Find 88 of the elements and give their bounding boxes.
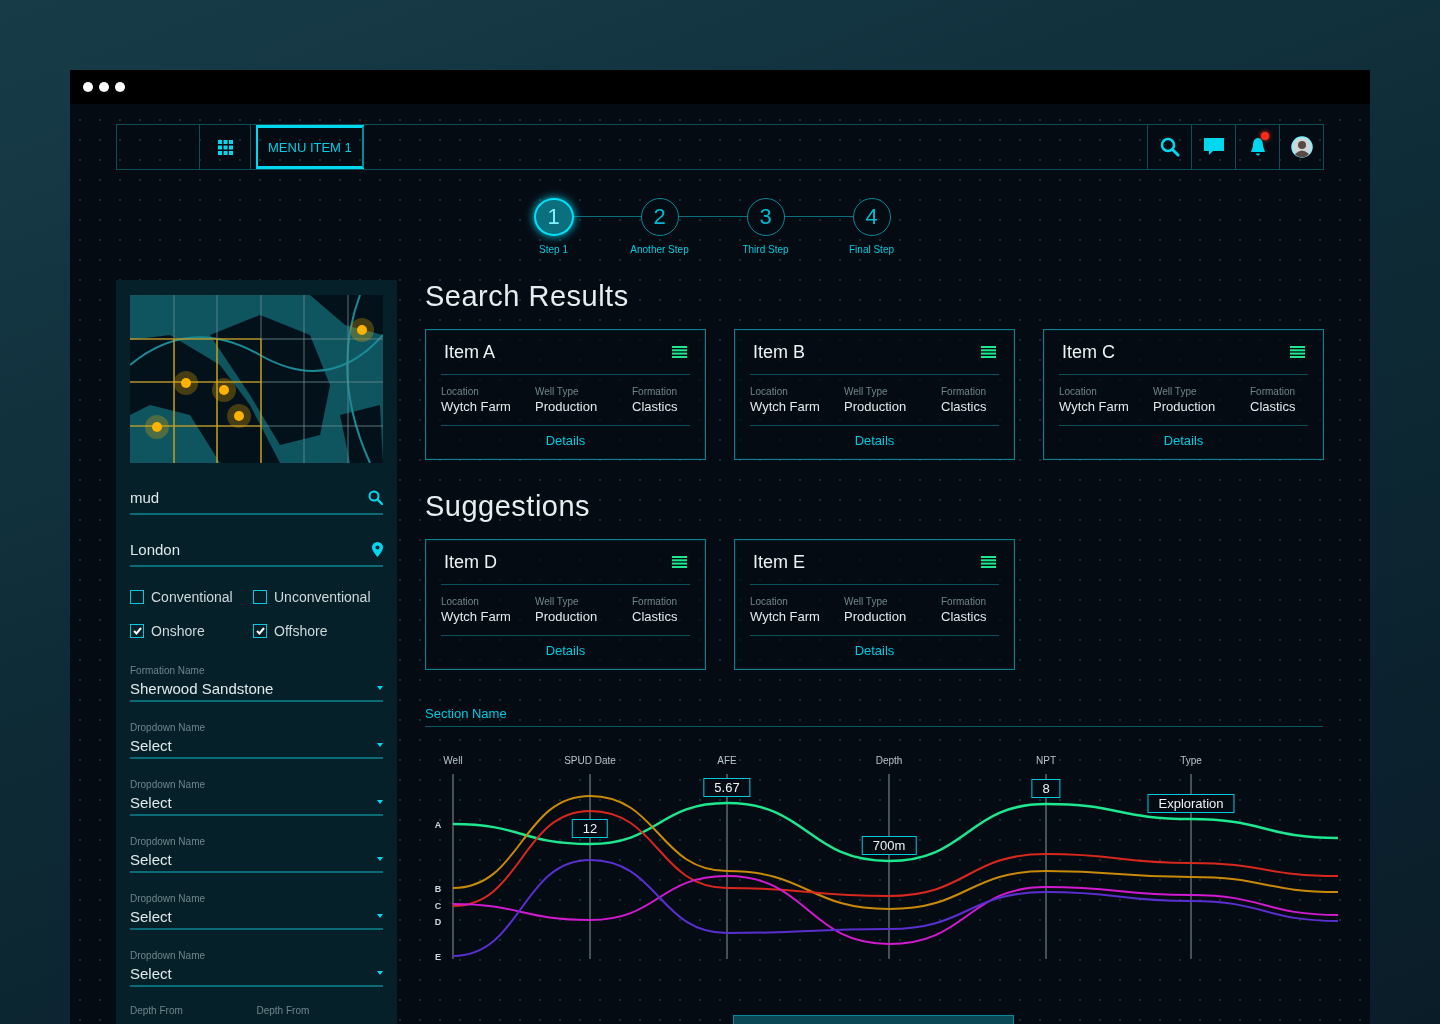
axis-label: AFE [717, 755, 737, 766]
field-label: Formation [632, 386, 678, 397]
axis-label: Type [1180, 755, 1202, 766]
field-label: Well Type [535, 596, 580, 607]
field-label: Formation [632, 596, 678, 607]
axis-label: Depth [875, 755, 903, 766]
step-label: Another Step [630, 244, 689, 255]
checkbox-option[interactable]: Unconventional [253, 589, 383, 605]
field-label: Formation [941, 386, 987, 397]
field-label: Formation [1250, 386, 1296, 397]
step-circle[interactable]: 2 [640, 198, 679, 236]
dropdown-label: Dropdown Name [130, 836, 207, 847]
field-value: Wytch Farm [1059, 399, 1130, 414]
menu-tab[interactable]: MENU ITEM 1 [256, 125, 364, 169]
axis-label: Well [443, 755, 463, 766]
dropdown[interactable]: Select [130, 847, 383, 873]
axis-label: NPT [1036, 755, 1056, 766]
field-value: Clastics [632, 399, 679, 414]
row-label: D [434, 917, 442, 927]
value-callout: 5.67 [703, 778, 751, 797]
step-circle[interactable]: 4 [852, 198, 891, 236]
value-callout: 700m [861, 836, 917, 855]
value-callout: Exploration [1147, 794, 1235, 813]
value-callout: 12 [571, 819, 609, 838]
row-label: B [434, 884, 442, 894]
field-value: Clastics [941, 609, 988, 624]
details-link[interactable]: Details [854, 433, 895, 448]
field-label: Well Type [535, 386, 580, 397]
dropdown-label: Dropdown Name [130, 779, 207, 790]
card-title: Item A [444, 341, 496, 363]
field-value: Production [535, 609, 599, 624]
field-value: Wytch Farm [441, 399, 512, 414]
field-label: Depth From [130, 1005, 184, 1016]
field-label: Formation [941, 596, 987, 607]
field-value: Wytch Farm [750, 399, 821, 414]
checkbox-option[interactable]: Onshore [130, 623, 253, 639]
field-label: Well Type [844, 386, 889, 397]
axis-label: SPUD Date [564, 755, 616, 766]
field-label: Location [441, 386, 480, 397]
field-value: Wytch Farm [750, 609, 821, 624]
row-label: A [434, 820, 442, 830]
details-link[interactable]: Details [854, 643, 895, 658]
location-field[interactable]: London [130, 540, 330, 558]
field-value: Clastics [632, 609, 679, 624]
field-label: Well Type [1153, 386, 1198, 397]
field-value: Wytch Farm [441, 609, 512, 624]
field-label: Location [750, 596, 789, 607]
field-label: Depth From [256, 1005, 311, 1016]
dropdown-label: Dropdown Name [130, 722, 207, 733]
details-link[interactable]: Details [545, 433, 586, 448]
step-label: Third Step [742, 244, 789, 255]
field-value: Production [844, 399, 908, 414]
dropdown[interactable]: Select [130, 733, 383, 759]
dropdown-label: Dropdown Name [130, 950, 207, 961]
card-title: Item D [444, 551, 497, 573]
section-heading: Search Results [425, 280, 630, 313]
field-label: Location [441, 596, 480, 607]
field-label: Location [750, 386, 789, 397]
section-title: Section Name [425, 706, 1323, 727]
card-title: Item C [1062, 341, 1115, 363]
details-link[interactable]: Details [545, 643, 586, 658]
dropdown[interactable]: Sherwood Sandstone [130, 676, 383, 702]
card-title: Item E [753, 551, 805, 573]
checkbox-option[interactable]: Conventional [130, 589, 253, 605]
dropdown[interactable]: Select [130, 961, 383, 987]
step-label: Final Step [849, 244, 894, 255]
search-field[interactable]: mud [130, 488, 330, 506]
field-label: Well Type [844, 596, 889, 607]
field-value: Clastics [1250, 399, 1297, 414]
dropdown-label: Dropdown Name [130, 893, 207, 904]
step-circle[interactable]: 3 [746, 198, 785, 236]
step-label: Step 1 [539, 244, 568, 255]
field-label: Location [1059, 386, 1098, 397]
dropdown-label: Formation Name [130, 665, 206, 676]
field-value: Production [535, 399, 599, 414]
row-label: C [434, 901, 442, 911]
field-value: Production [844, 609, 908, 624]
dropdown[interactable]: Select [130, 904, 383, 930]
value-callout: 8 [1031, 779, 1061, 798]
checkbox-option[interactable]: Offshore [253, 623, 383, 639]
field-value: Production [1153, 399, 1217, 414]
card-title: Item B [753, 341, 805, 363]
section-heading: Suggestions [425, 490, 592, 523]
row-label: E [435, 952, 441, 962]
dropdown[interactable]: Select [130, 790, 383, 816]
step-circle[interactable]: 1 [533, 198, 574, 236]
field-value: Clastics [941, 399, 988, 414]
details-link[interactable]: Details [1163, 433, 1204, 448]
